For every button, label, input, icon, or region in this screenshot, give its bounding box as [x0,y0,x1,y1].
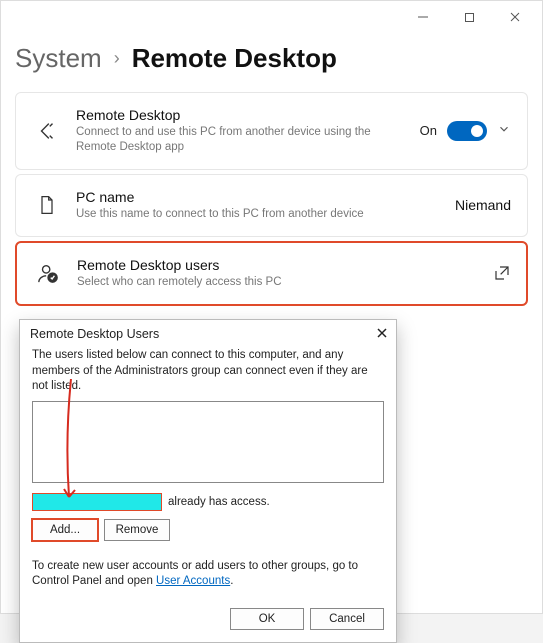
access-suffix-text: already has access. [168,496,270,508]
chevron-right-icon: › [114,48,120,69]
dialog-description: The users listed below can connect to th… [32,348,384,395]
dialog-close-button[interactable] [376,326,388,342]
card-title: Remote Desktop users [77,257,480,273]
page-title: Remote Desktop [132,43,337,74]
remote-desktop-card[interactable]: Remote Desktop Connect to and use this P… [15,92,528,170]
current-user-access-row: already has access. [32,493,384,511]
ok-button[interactable]: OK [230,608,304,630]
settings-cards: Remote Desktop Connect to and use this P… [1,92,542,306]
user-accounts-link[interactable]: User Accounts [156,575,230,587]
pc-name-value: Niemand [455,197,511,213]
add-button[interactable]: Add... [32,519,98,541]
settings-window: System › Remote Desktop Remote Desktop C… [0,0,543,614]
dialog-button-row: Add... Remove [32,519,384,541]
close-icon [509,11,521,23]
remote-desktop-text: Remote Desktop Connect to and use this P… [76,107,406,155]
minimize-button[interactable] [400,1,446,33]
dialog-body: The users listed below can connect to th… [20,348,396,600]
chevron-down-icon[interactable] [497,122,511,139]
desktop-background-peek [402,553,542,613]
card-subtitle: Select who can remotely access this PC [77,275,480,290]
toggle-state-label: On [420,123,437,138]
remote-desktop-controls: On [420,121,511,141]
breadcrumb: System › Remote Desktop [1,33,542,92]
card-title: Remote Desktop [76,107,406,123]
window-titlebar [1,1,542,33]
maximize-icon [464,12,475,23]
pc-name-value-col: Niemand [455,197,511,213]
remote-desktop-icon [32,120,62,142]
close-icon [376,327,388,339]
dialog-title: Remote Desktop Users [30,327,159,341]
card-subtitle: Connect to and use this PC from another … [76,125,406,155]
current-username-redacted [32,493,162,511]
pc-name-text: PC name Use this name to connect to this… [76,189,441,222]
hint-suffix: . [230,575,233,587]
user-check-icon [33,262,63,284]
maximize-button[interactable] [446,1,492,33]
users-listbox[interactable] [32,401,384,483]
remote-desktop-users-dialog: Remote Desktop Users The users listed be… [19,319,397,643]
close-button[interactable] [492,1,538,33]
dialog-titlebar: Remote Desktop Users [20,320,396,348]
remote-desktop-toggle[interactable] [447,121,487,141]
card-subtitle: Use this name to connect to this PC from… [76,207,441,222]
minimize-icon [417,11,429,23]
dialog-hint: To create new user accounts or add users… [32,559,384,590]
pc-name-card[interactable]: PC name Use this name to connect to this… [15,174,528,237]
dialog-footer: OK Cancel [20,600,396,642]
cancel-button[interactable]: Cancel [310,608,384,630]
document-icon [32,194,62,216]
card-title: PC name [76,189,441,205]
remove-button[interactable]: Remove [104,519,170,541]
users-card-text: Remote Desktop users Select who can remo… [77,257,480,290]
remote-desktop-users-card[interactable]: Remote Desktop users Select who can remo… [15,241,528,306]
breadcrumb-system[interactable]: System [15,43,102,74]
open-external-icon [494,265,510,281]
